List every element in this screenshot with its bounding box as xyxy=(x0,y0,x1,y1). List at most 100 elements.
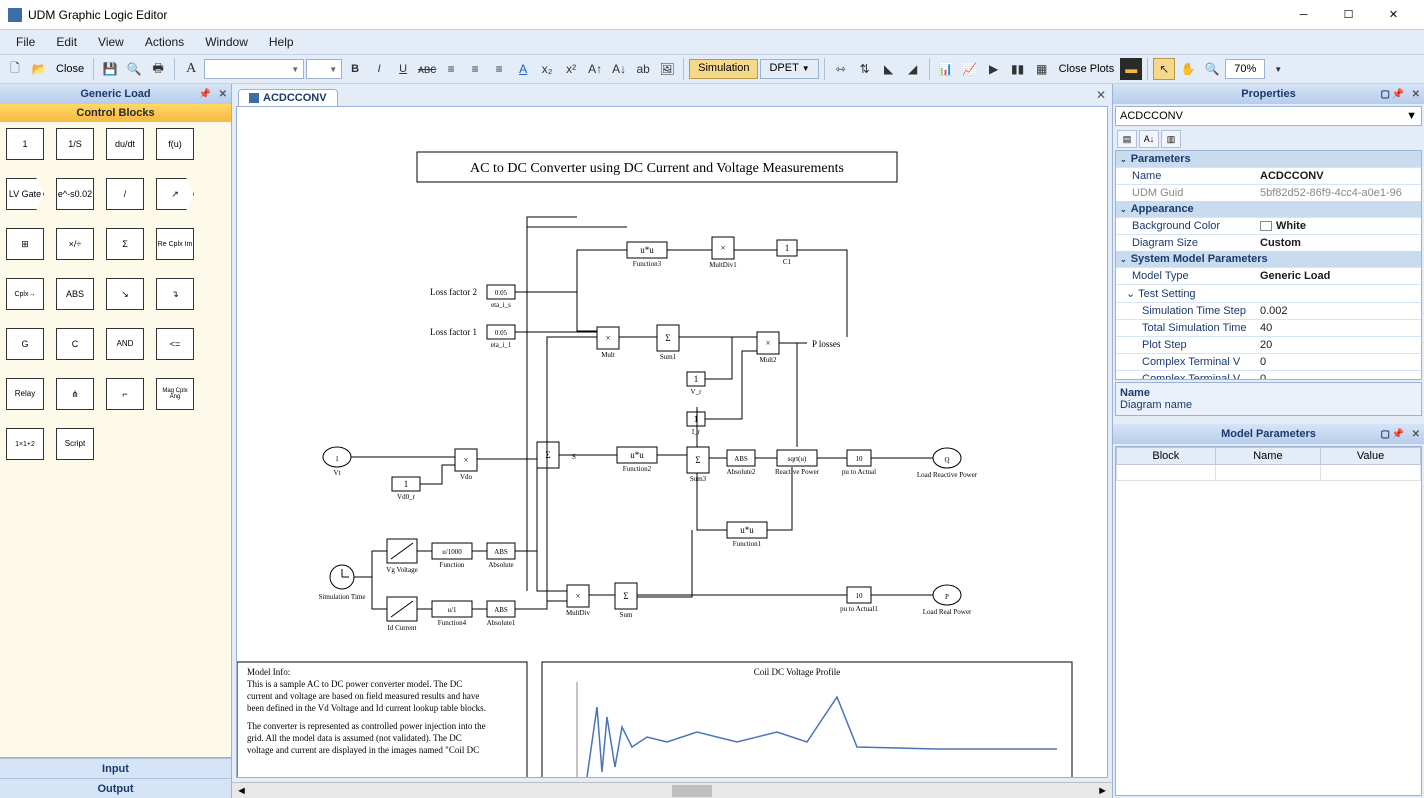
close-button[interactable]: ✕ xyxy=(1371,1,1416,29)
palette-block[interactable]: G xyxy=(6,328,44,360)
palette-block[interactable]: e^-s0.02 xyxy=(56,178,94,210)
palette-block[interactable]: ↘ xyxy=(106,278,144,310)
new-icon[interactable]: 🗋 xyxy=(4,58,26,80)
zoom-dropdown-icon[interactable]: ▼ xyxy=(1267,58,1289,80)
col-block[interactable]: Block xyxy=(1117,448,1216,465)
screen-icon[interactable]: ▬ xyxy=(1120,58,1142,80)
palette-block[interactable]: 1×1+2 xyxy=(6,428,44,460)
palette-block[interactable]: 1/S xyxy=(56,128,94,160)
panel-close-icon[interactable]: ✕ xyxy=(1412,89,1420,100)
table-row[interactable] xyxy=(1117,465,1421,481)
plot2-icon[interactable]: 📈 xyxy=(959,58,981,80)
output-tab[interactable]: Output xyxy=(0,778,231,798)
pages-icon[interactable]: ▥ xyxy=(1161,130,1181,148)
menu-help[interactable]: Help xyxy=(259,32,304,52)
object-selector[interactable]: ACDCCONV▼ xyxy=(1115,106,1422,126)
close-label[interactable]: Close xyxy=(52,63,88,75)
bar-icon[interactable]: ▦ xyxy=(1031,58,1053,80)
palette-block[interactable]: / xyxy=(106,178,144,210)
model-params-table[interactable]: Block Name Value xyxy=(1115,446,1422,796)
font-icon[interactable]: A xyxy=(180,58,202,80)
highlight-icon[interactable]: ab xyxy=(632,58,654,80)
palette-block[interactable]: ABS xyxy=(56,278,94,310)
print-icon[interactable]: 🖶 xyxy=(147,58,169,80)
plot1-icon[interactable]: 📊 xyxy=(935,58,957,80)
palette-block[interactable]: f(u) xyxy=(156,128,194,160)
align-left-icon[interactable]: ≡ xyxy=(440,58,462,80)
palette-block[interactable]: ⋔ xyxy=(56,378,94,410)
preview-icon[interactable]: 🔍 xyxy=(123,58,145,80)
pin-icon[interactable]: 📌 xyxy=(199,89,211,100)
flip-v-icon[interactable]: ⇅ xyxy=(854,58,876,80)
control-blocks-header[interactable]: Control Blocks xyxy=(0,104,231,122)
bold-icon[interactable]: B xyxy=(344,58,366,80)
zoom-icon[interactable]: 🔍 xyxy=(1201,58,1223,80)
dpet-button[interactable]: DPET ▼ xyxy=(760,59,818,79)
close-plots-label[interactable]: Close Plots xyxy=(1055,63,1119,75)
rotate-r-icon[interactable]: ◢ xyxy=(902,58,924,80)
palette-block[interactable]: ⌐ xyxy=(106,378,144,410)
palette-block[interactable]: Script xyxy=(56,428,94,460)
align-center-icon[interactable]: ≡ xyxy=(464,58,486,80)
rotate-l-icon[interactable]: ◣ xyxy=(878,58,900,80)
font-family-select[interactable]: ▼ xyxy=(204,59,304,79)
window-icon[interactable]: ▢ xyxy=(1381,89,1390,100)
pointer-icon[interactable]: ↖ xyxy=(1153,58,1175,80)
increase-font-icon[interactable]: A↑ xyxy=(584,58,606,80)
menu-view[interactable]: View xyxy=(88,32,134,52)
property-grid[interactable]: ⌄Parameters NameACDCCONV UDM Guid5bf82d5… xyxy=(1115,150,1422,380)
underline-icon[interactable]: U xyxy=(392,58,414,80)
palette-block[interactable]: C xyxy=(56,328,94,360)
open-icon[interactable]: 📂 xyxy=(28,58,50,80)
pin-icon[interactable]: 📌 xyxy=(1392,429,1404,440)
strike-icon[interactable]: ᴀʙᴄ xyxy=(416,58,438,80)
save-icon[interactable]: 💾 xyxy=(99,58,121,80)
categorize-icon[interactable]: ▤ xyxy=(1117,130,1137,148)
minimize-button[interactable]: ─ xyxy=(1281,1,1326,29)
subscript-icon[interactable]: x₂ xyxy=(536,58,558,80)
image-icon[interactable]: 🖼 xyxy=(656,58,678,80)
panel-close-icon[interactable]: ✕ xyxy=(219,89,227,100)
palette-block[interactable]: 1 xyxy=(6,128,44,160)
col-value[interactable]: Value xyxy=(1321,448,1421,465)
simulation-button[interactable]: Simulation xyxy=(689,59,758,79)
sort-icon[interactable]: A↓ xyxy=(1139,130,1159,148)
palette-block[interactable]: ×/÷ xyxy=(56,228,94,260)
horizontal-scrollbar[interactable]: ◄► xyxy=(232,782,1112,798)
palette-block[interactable]: Re Cplx Im xyxy=(156,228,194,260)
col-name[interactable]: Name xyxy=(1215,448,1320,465)
palette-block[interactable]: Cplx→ xyxy=(6,278,44,310)
decrease-font-icon[interactable]: A↓ xyxy=(608,58,630,80)
tab-close-icon[interactable]: ✕ xyxy=(1096,88,1106,102)
pause-icon[interactable]: ▮▮ xyxy=(1007,58,1029,80)
palette-block[interactable]: AND xyxy=(106,328,144,360)
menu-window[interactable]: Window xyxy=(195,32,258,52)
tab-acdcconv[interactable]: ACDCCONV xyxy=(238,89,338,106)
palette-block[interactable]: <= xyxy=(156,328,194,360)
palette-block[interactable]: du/dt xyxy=(106,128,144,160)
palette-block[interactable]: ↗ xyxy=(156,178,194,210)
font-size-select[interactable]: ▼ xyxy=(306,59,342,79)
palette-block[interactable]: LV Gate xyxy=(6,178,44,210)
menu-actions[interactable]: Actions xyxy=(135,32,194,52)
palette-block[interactable]: Relay xyxy=(6,378,44,410)
superscript-icon[interactable]: x² xyxy=(560,58,582,80)
flip-h-icon[interactable]: ⇿ xyxy=(830,58,852,80)
panel-close-icon[interactable]: ✕ xyxy=(1412,429,1420,440)
palette-block[interactable]: Σ xyxy=(106,228,144,260)
pan-icon[interactable]: ✋ xyxy=(1177,58,1199,80)
palette-block[interactable]: ⊞ xyxy=(6,228,44,260)
palette-block[interactable]: ↴ xyxy=(156,278,194,310)
menu-file[interactable]: File xyxy=(6,32,45,52)
palette-block[interactable]: Mag Cplx Ang xyxy=(156,378,194,410)
menu-edit[interactable]: Edit xyxy=(46,32,87,52)
font-color-icon[interactable]: A xyxy=(512,58,534,80)
window-icon[interactable]: ▢ xyxy=(1381,429,1390,440)
zoom-field[interactable] xyxy=(1225,59,1265,79)
maximize-button[interactable]: ☐ xyxy=(1326,1,1371,29)
pin-icon[interactable]: 📌 xyxy=(1392,89,1404,100)
align-right-icon[interactable]: ≡ xyxy=(488,58,510,80)
input-tab[interactable]: Input xyxy=(0,758,231,778)
diagram-canvas[interactable]: .bx{fill:#fff;stroke:#000;stroke-width:1… xyxy=(236,106,1108,778)
italic-icon[interactable]: I xyxy=(368,58,390,80)
